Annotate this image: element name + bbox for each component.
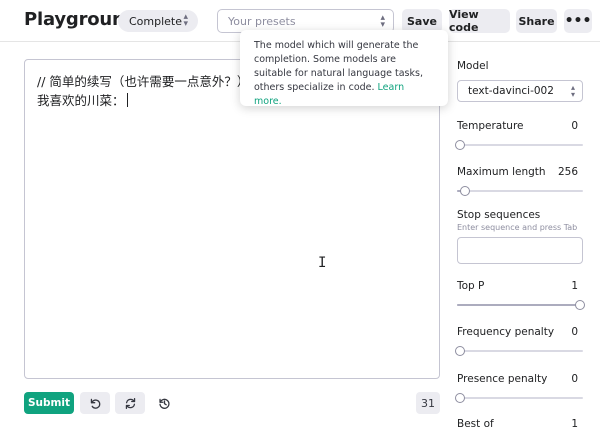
top-p-value: 1 [571,280,578,292]
prompt-editor[interactable]: // 简单的续写（也许需要一点意外？） 我喜欢的川菜： [24,59,440,379]
temperature-label: Temperature [457,120,524,132]
text-cursor-icon: I [318,255,327,271]
best-of-value: 1 [571,418,578,428]
stop-sequences-hint: Enter sequence and press Tab [457,223,578,232]
chevron-updown-icon: ▴ ▾ [183,12,188,29]
temperature-value: 0 [571,120,578,132]
history-button[interactable] [153,392,175,414]
max-length-slider-thumb[interactable] [460,186,470,196]
model-tooltip: The model which will generate the comple… [240,30,448,107]
prompt-line-1: // 简单的续写（也许需要一点意外？） [37,74,250,89]
mode-selector[interactable]: Complete ▴ ▾ [118,10,198,32]
view-code-button[interactable]: View code [449,8,510,34]
model-select[interactable]: text-davinci-002 ▴ ▾ [457,80,583,102]
share-button[interactable]: Share [516,9,557,33]
top-p-slider[interactable] [457,300,585,310]
top-p-slider-thumb[interactable] [575,300,585,310]
presets-placeholder: Your presets [228,14,296,28]
chevron-updown-icon: ▴ ▾ [570,83,575,99]
frequency-penalty-slider[interactable] [455,346,583,356]
temperature-slider[interactable] [455,140,583,150]
undo-icon [90,398,100,409]
presence-penalty-value: 0 [571,373,578,385]
model-label: Model [457,60,489,72]
frequency-penalty-label: Frequency penalty [457,326,555,338]
prompt-text: // 简单的续写（也许需要一点意外？） 我喜欢的川菜： [37,72,249,110]
prompt-line-2: 我喜欢的川菜： [37,93,125,108]
stop-sequences-input[interactable] [457,237,583,264]
frequency-penalty-slider-thumb[interactable] [455,346,465,356]
submit-button[interactable]: Submit [24,392,74,414]
presence-penalty-slider[interactable] [455,393,583,403]
max-length-slider[interactable] [457,186,583,196]
model-value: text-davinci-002 [468,85,554,97]
more-options-button[interactable]: ••• [564,9,592,33]
stop-sequences-label: Stop sequences [457,209,541,221]
top-p-label: Top P [457,280,485,292]
max-length-label: Maximum length [457,166,546,178]
text-caret [126,93,128,107]
presence-penalty-slider-thumb[interactable] [455,393,465,403]
history-icon [158,398,170,409]
presence-penalty-label: Presence penalty [457,373,548,385]
regenerate-button[interactable] [115,392,145,414]
mode-label: Complete [129,14,183,28]
best-of-label: Best of [457,418,494,428]
max-length-value: 256 [557,166,578,178]
token-count: 31 [416,392,440,414]
chevron-updown-icon: ▴ ▾ [380,13,385,30]
top-p-slider-fill [457,304,583,306]
undo-button[interactable] [80,392,110,414]
regenerate-icon [125,397,135,409]
temperature-slider-thumb[interactable] [455,140,465,150]
frequency-penalty-value: 0 [571,326,578,338]
